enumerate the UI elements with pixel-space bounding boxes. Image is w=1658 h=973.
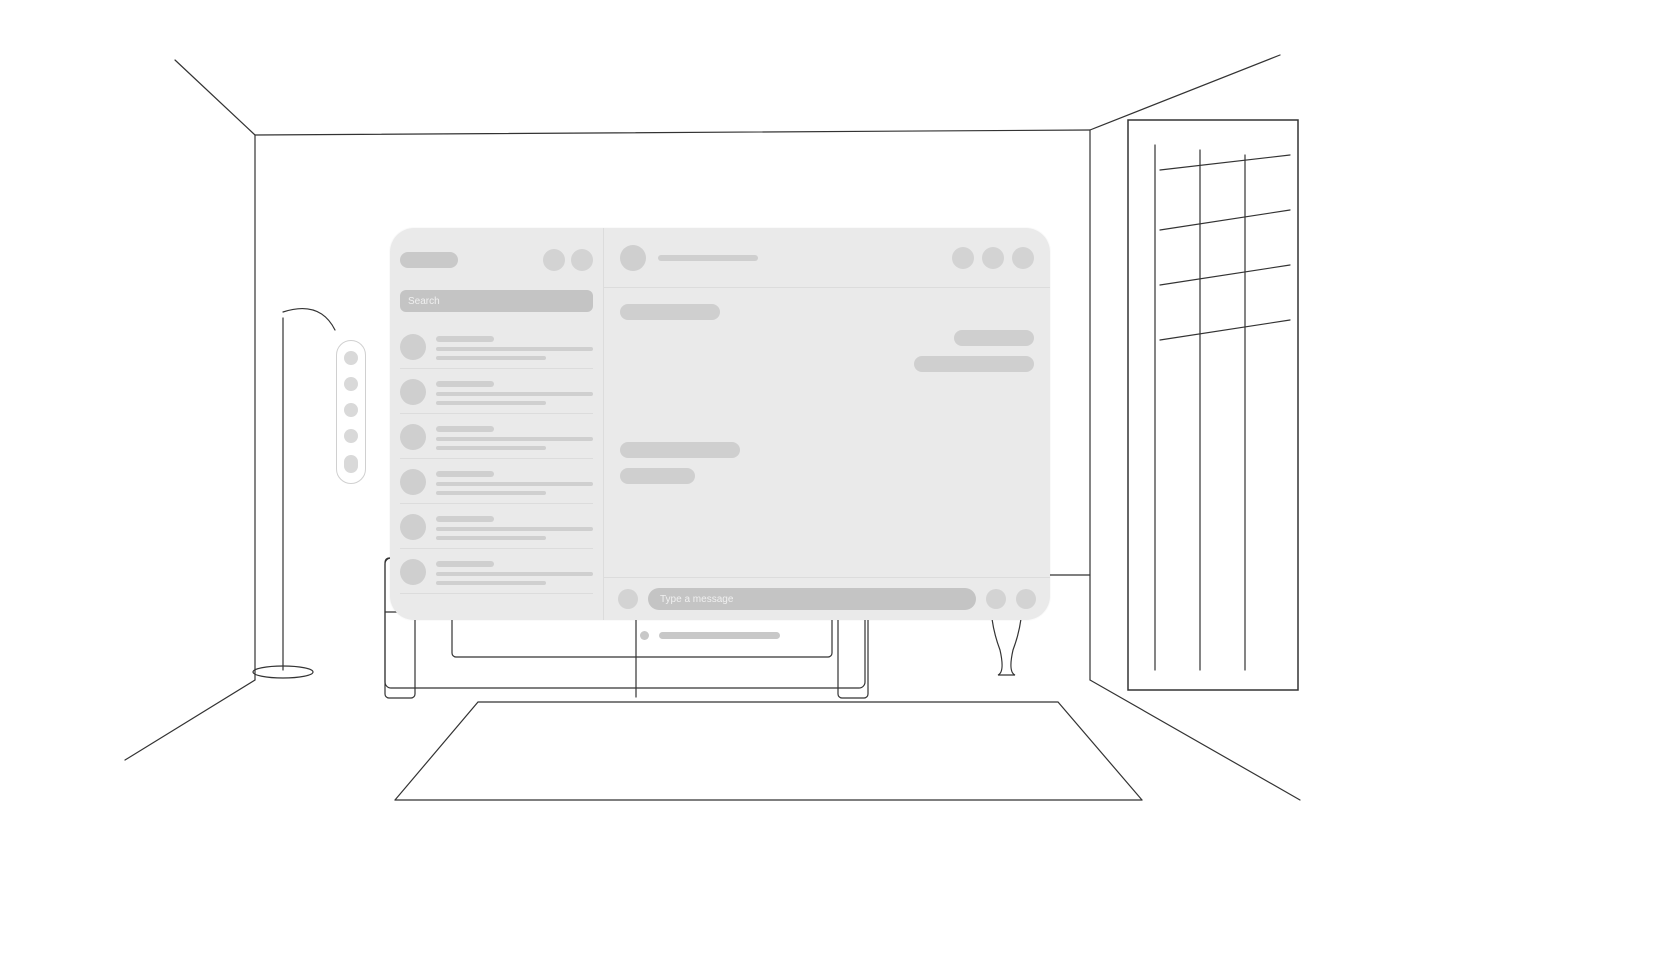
handle-dot-icon xyxy=(640,631,649,640)
toolbar-item-4-icon[interactable] xyxy=(344,429,358,443)
message-incoming xyxy=(620,304,720,320)
conversation-snippet xyxy=(436,446,546,450)
conversation-preview xyxy=(436,334,593,360)
chat-input-bar xyxy=(604,577,1050,620)
attach-button[interactable] xyxy=(618,589,638,609)
conversation-sidebar xyxy=(390,228,604,620)
message-input[interactable] xyxy=(648,588,976,610)
emoji-button[interactable] xyxy=(986,589,1006,609)
sidebar-actions xyxy=(543,249,593,271)
avatar-icon xyxy=(400,559,426,585)
conversation-snippet xyxy=(436,536,546,540)
send-button[interactable] xyxy=(1016,589,1036,609)
message-outgoing xyxy=(954,330,1034,346)
chat-pane xyxy=(604,228,1050,620)
toolbar-item-1-icon[interactable] xyxy=(344,351,358,365)
conversation-preview xyxy=(436,424,593,450)
search-input[interactable] xyxy=(400,290,593,312)
avatar-icon xyxy=(400,334,426,360)
message-incoming xyxy=(620,468,695,484)
conversation-name xyxy=(436,426,494,432)
conversation-item[interactable] xyxy=(400,549,593,594)
video-button[interactable] xyxy=(982,247,1004,269)
toolbar-item-2-icon[interactable] xyxy=(344,377,358,391)
info-button[interactable] xyxy=(1012,247,1034,269)
conversation-item[interactable] xyxy=(400,459,593,504)
conversation-snippet xyxy=(436,392,593,396)
message-list xyxy=(604,288,1050,577)
conversation-item[interactable] xyxy=(400,369,593,414)
conversation-snippet xyxy=(436,527,593,531)
avatar-icon xyxy=(400,514,426,540)
conversation-item[interactable] xyxy=(400,324,593,369)
conversation-snippet xyxy=(436,482,593,486)
conversation-item[interactable] xyxy=(400,414,593,459)
conversation-name xyxy=(436,471,494,477)
toolbar-item-5-icon[interactable] xyxy=(344,455,358,473)
conversation-name xyxy=(436,336,494,342)
message-outgoing xyxy=(914,356,1034,372)
conversation-snippet xyxy=(436,581,546,585)
chat-header xyxy=(604,228,1050,288)
conversation-name xyxy=(436,561,494,567)
conversation-snippet xyxy=(436,347,593,351)
avatar-icon xyxy=(400,379,426,405)
chat-header-actions xyxy=(952,247,1034,269)
sidebar-title xyxy=(400,252,458,268)
conversation-preview xyxy=(436,469,593,495)
conversation-item[interactable] xyxy=(400,504,593,549)
chat-app-window xyxy=(390,228,1050,620)
avatar-icon xyxy=(400,424,426,450)
conversation-name xyxy=(436,516,494,522)
conversation-snippet xyxy=(436,572,593,576)
conversation-preview xyxy=(436,379,593,405)
message-incoming xyxy=(620,442,740,458)
conversation-preview xyxy=(436,559,593,585)
sidebar-more-button[interactable] xyxy=(571,249,593,271)
conversation-snippet xyxy=(436,491,546,495)
conversation-name xyxy=(436,381,494,387)
contact-name xyxy=(658,255,758,261)
toolbar-item-3-icon[interactable] xyxy=(344,403,358,417)
window-handle[interactable] xyxy=(640,630,780,640)
floating-toolbar[interactable] xyxy=(336,340,366,484)
conversation-preview xyxy=(436,514,593,540)
conversation-list xyxy=(400,324,593,594)
sidebar-header xyxy=(400,240,593,280)
conversation-snippet xyxy=(436,401,546,405)
avatar-icon xyxy=(400,469,426,495)
call-button[interactable] xyxy=(952,247,974,269)
conversation-snippet xyxy=(436,437,593,441)
handle-bar-icon xyxy=(659,632,780,639)
contact-avatar-icon[interactable] xyxy=(620,245,646,271)
conversation-snippet xyxy=(436,356,546,360)
compose-button[interactable] xyxy=(543,249,565,271)
